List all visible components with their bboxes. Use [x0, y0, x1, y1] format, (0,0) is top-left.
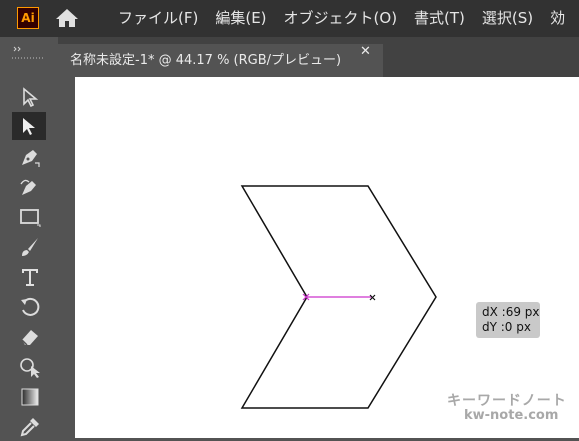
tooltip-dy: dY :0 px	[482, 320, 531, 334]
artwork-layer	[240, 185, 437, 409]
watermark-url: kw-note.com	[464, 408, 559, 423]
tooltip-dx: dX :69 px	[482, 305, 540, 319]
watermark-site-name: キーワードノート	[447, 393, 567, 409]
move-delta-tooltip: dX :69 px dY :0 px	[476, 302, 540, 338]
